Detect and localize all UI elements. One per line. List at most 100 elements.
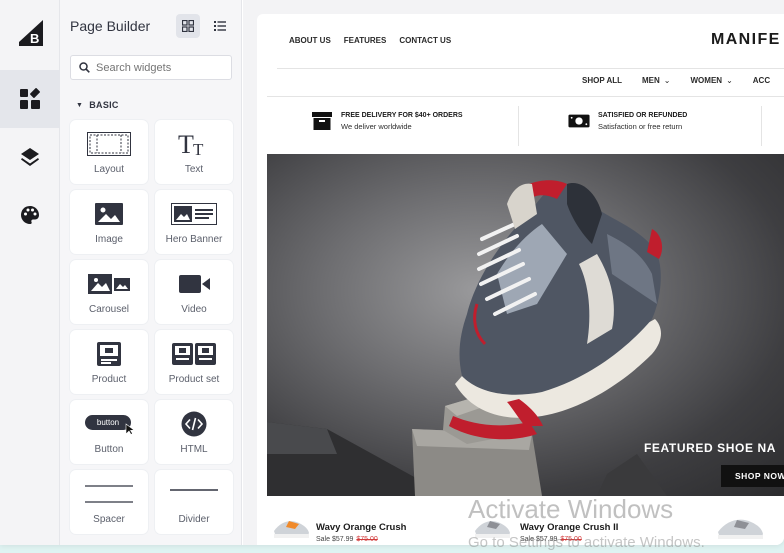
- widget-label: Image: [95, 234, 123, 245]
- widget-label: Product: [91, 374, 127, 385]
- section-label: BASIC: [89, 100, 119, 110]
- widget-tile-divider[interactable]: Divider: [155, 470, 233, 534]
- widget-tile-text[interactable]: T T Text: [155, 120, 233, 184]
- widget-label: Layout: [93, 164, 125, 175]
- basic-section-toggle[interactable]: ▼ BASIC: [76, 100, 119, 110]
- widget-tile-layout[interactable]: Layout: [70, 120, 148, 184]
- product-name: Wavy Orange Crush: [316, 522, 407, 533]
- image-icon: [95, 203, 123, 225]
- page-builder-app: B Page Builder Search widgets ▼ BASIC La…: [0, 0, 784, 545]
- widget-label: Divider: [178, 514, 210, 525]
- sale-price: Sale $57.99: [520, 536, 558, 543]
- top-nav: ABOUT US FEATURES CONTACT US: [289, 36, 451, 45]
- page-canvas: ABOUT US FEATURES CONTACT US MANIFE SHOP…: [243, 0, 784, 545]
- divider: [277, 68, 784, 69]
- bigcommerce-logo-icon[interactable]: B: [17, 18, 45, 46]
- feature-title: SATISFIED OR REFUNDED: [598, 111, 688, 119]
- rail-layers-button[interactable]: [0, 128, 60, 186]
- nav-link-contact[interactable]: CONTACT US: [399, 36, 451, 45]
- storefront-preview: ABOUT US FEATURES CONTACT US MANIFE SHOP…: [257, 14, 784, 545]
- widget-tile-product[interactable]: Product: [70, 330, 148, 394]
- widget-label: HTML: [180, 444, 208, 455]
- product-strip: Wavy Orange Crush Sale $57.99 $75.00 Wavy…: [267, 498, 784, 545]
- panel-title: Page Builder: [70, 18, 151, 34]
- search-icon: [79, 62, 90, 73]
- button-icon: button: [85, 415, 135, 435]
- theme-palette-icon: [21, 206, 39, 224]
- carousel-icon: [88, 274, 130, 294]
- widget-tile-product-set[interactable]: Product set: [155, 330, 233, 394]
- product-card[interactable]: [707, 498, 784, 545]
- shop-nav-label: WOMEN: [690, 76, 723, 85]
- feature-title: FREE DELIVERY FOR $40+ ORDERS: [341, 111, 463, 119]
- chevron-down-icon: ⌄: [726, 76, 733, 85]
- original-price: $75.00: [560, 536, 582, 543]
- product-thumbnail: [475, 521, 510, 538]
- widget-label: Button: [94, 444, 124, 455]
- search-input[interactable]: [96, 61, 226, 74]
- money-icon: [568, 114, 590, 128]
- shop-nav-men[interactable]: MEN ⌄: [642, 76, 670, 85]
- shop-nav: SHOP ALL MEN ⌄ WOMEN ⌄ ACC: [582, 76, 770, 85]
- rail-theme-button[interactable]: [0, 186, 60, 244]
- widget-tile-html[interactable]: HTML: [155, 400, 233, 464]
- box-icon: [312, 112, 332, 130]
- icon-rail: B: [0, 0, 60, 545]
- widget-search[interactable]: [70, 55, 232, 80]
- original-price: $75.00: [356, 536, 378, 543]
- product-icon: [97, 342, 121, 366]
- divider: [518, 106, 519, 146]
- grid-view-icon: [182, 20, 194, 32]
- shop-nav-label: SHOP ALL: [582, 76, 623, 85]
- cursor-icon: [125, 423, 135, 435]
- store-logo[interactable]: MANIFE: [711, 31, 781, 49]
- widget-label: Text: [184, 164, 204, 175]
- product-price: Sale $57.99 $75.00: [520, 536, 582, 543]
- layers-icon: [21, 148, 39, 166]
- product-name: Wavy Orange Crush II: [520, 522, 619, 533]
- hero-banner-icon: [171, 203, 217, 225]
- product-thumbnail: [718, 519, 763, 539]
- spacer-icon: [85, 485, 133, 503]
- rail-widgets-button[interactable]: [0, 70, 60, 128]
- nav-link-features[interactable]: FEATURES: [344, 36, 387, 45]
- svg-text:B: B: [30, 31, 39, 46]
- widget-label: Hero Banner: [165, 234, 223, 245]
- grid-view-button[interactable]: [176, 14, 200, 38]
- widget-tile-carousel[interactable]: Carousel: [70, 260, 148, 324]
- widget-label: Product set: [168, 374, 220, 385]
- hero-title: FEATURED SHOE NA: [644, 441, 777, 455]
- nav-link-about[interactable]: ABOUT US: [289, 36, 331, 45]
- shop-now-button[interactable]: SHOP NOW: [721, 465, 784, 487]
- widget-tile-video[interactable]: Video: [155, 260, 233, 324]
- shop-nav-women[interactable]: WOMEN ⌄: [691, 76, 733, 85]
- feature-subtitle: Satisfaction or free return: [598, 121, 683, 131]
- svg-text:T: T: [178, 131, 194, 157]
- widgets-icon: [20, 88, 40, 109]
- widget-tile-button[interactable]: button Button: [70, 400, 148, 464]
- product-price: Sale $57.99 $75.00: [316, 536, 378, 543]
- widget-tile-spacer[interactable]: Spacer: [70, 470, 148, 534]
- shop-nav-shop-all[interactable]: SHOP ALL: [582, 76, 622, 85]
- widget-tile-hero-banner[interactable]: Hero Banner: [155, 190, 233, 254]
- product-card[interactable]: Wavy Orange Crush II Sale $57.99 $75.00: [467, 498, 667, 545]
- product-card[interactable]: Wavy Orange Crush Sale $57.99 $75.00: [267, 498, 467, 545]
- divider: [761, 106, 762, 146]
- list-view-button[interactable]: [208, 14, 232, 38]
- hero-banner[interactable]: FEATURED SHOE NA SHOP NOW: [267, 154, 784, 496]
- divider-icon: [170, 489, 218, 491]
- shop-nav-acc[interactable]: ACC: [753, 76, 770, 85]
- feature-free-delivery: FREE DELIVERY FOR $40+ ORDERS We deliver…: [311, 111, 463, 131]
- layout-icon: [87, 132, 131, 156]
- widget-panel: Page Builder ▼ BASIC: [60, 0, 242, 545]
- widget-label: Video: [181, 304, 207, 315]
- text-icon: T T: [178, 131, 204, 157]
- shop-nav-label: MEN: [642, 76, 660, 85]
- widget-label: Carousel: [88, 304, 130, 315]
- product-thumbnail: [274, 521, 309, 538]
- widget-tile-image[interactable]: Image: [70, 190, 148, 254]
- widget-label: Spacer: [93, 514, 125, 525]
- list-view-icon: [214, 21, 226, 31]
- code-icon: [181, 411, 207, 437]
- product-set-icon: [172, 343, 216, 365]
